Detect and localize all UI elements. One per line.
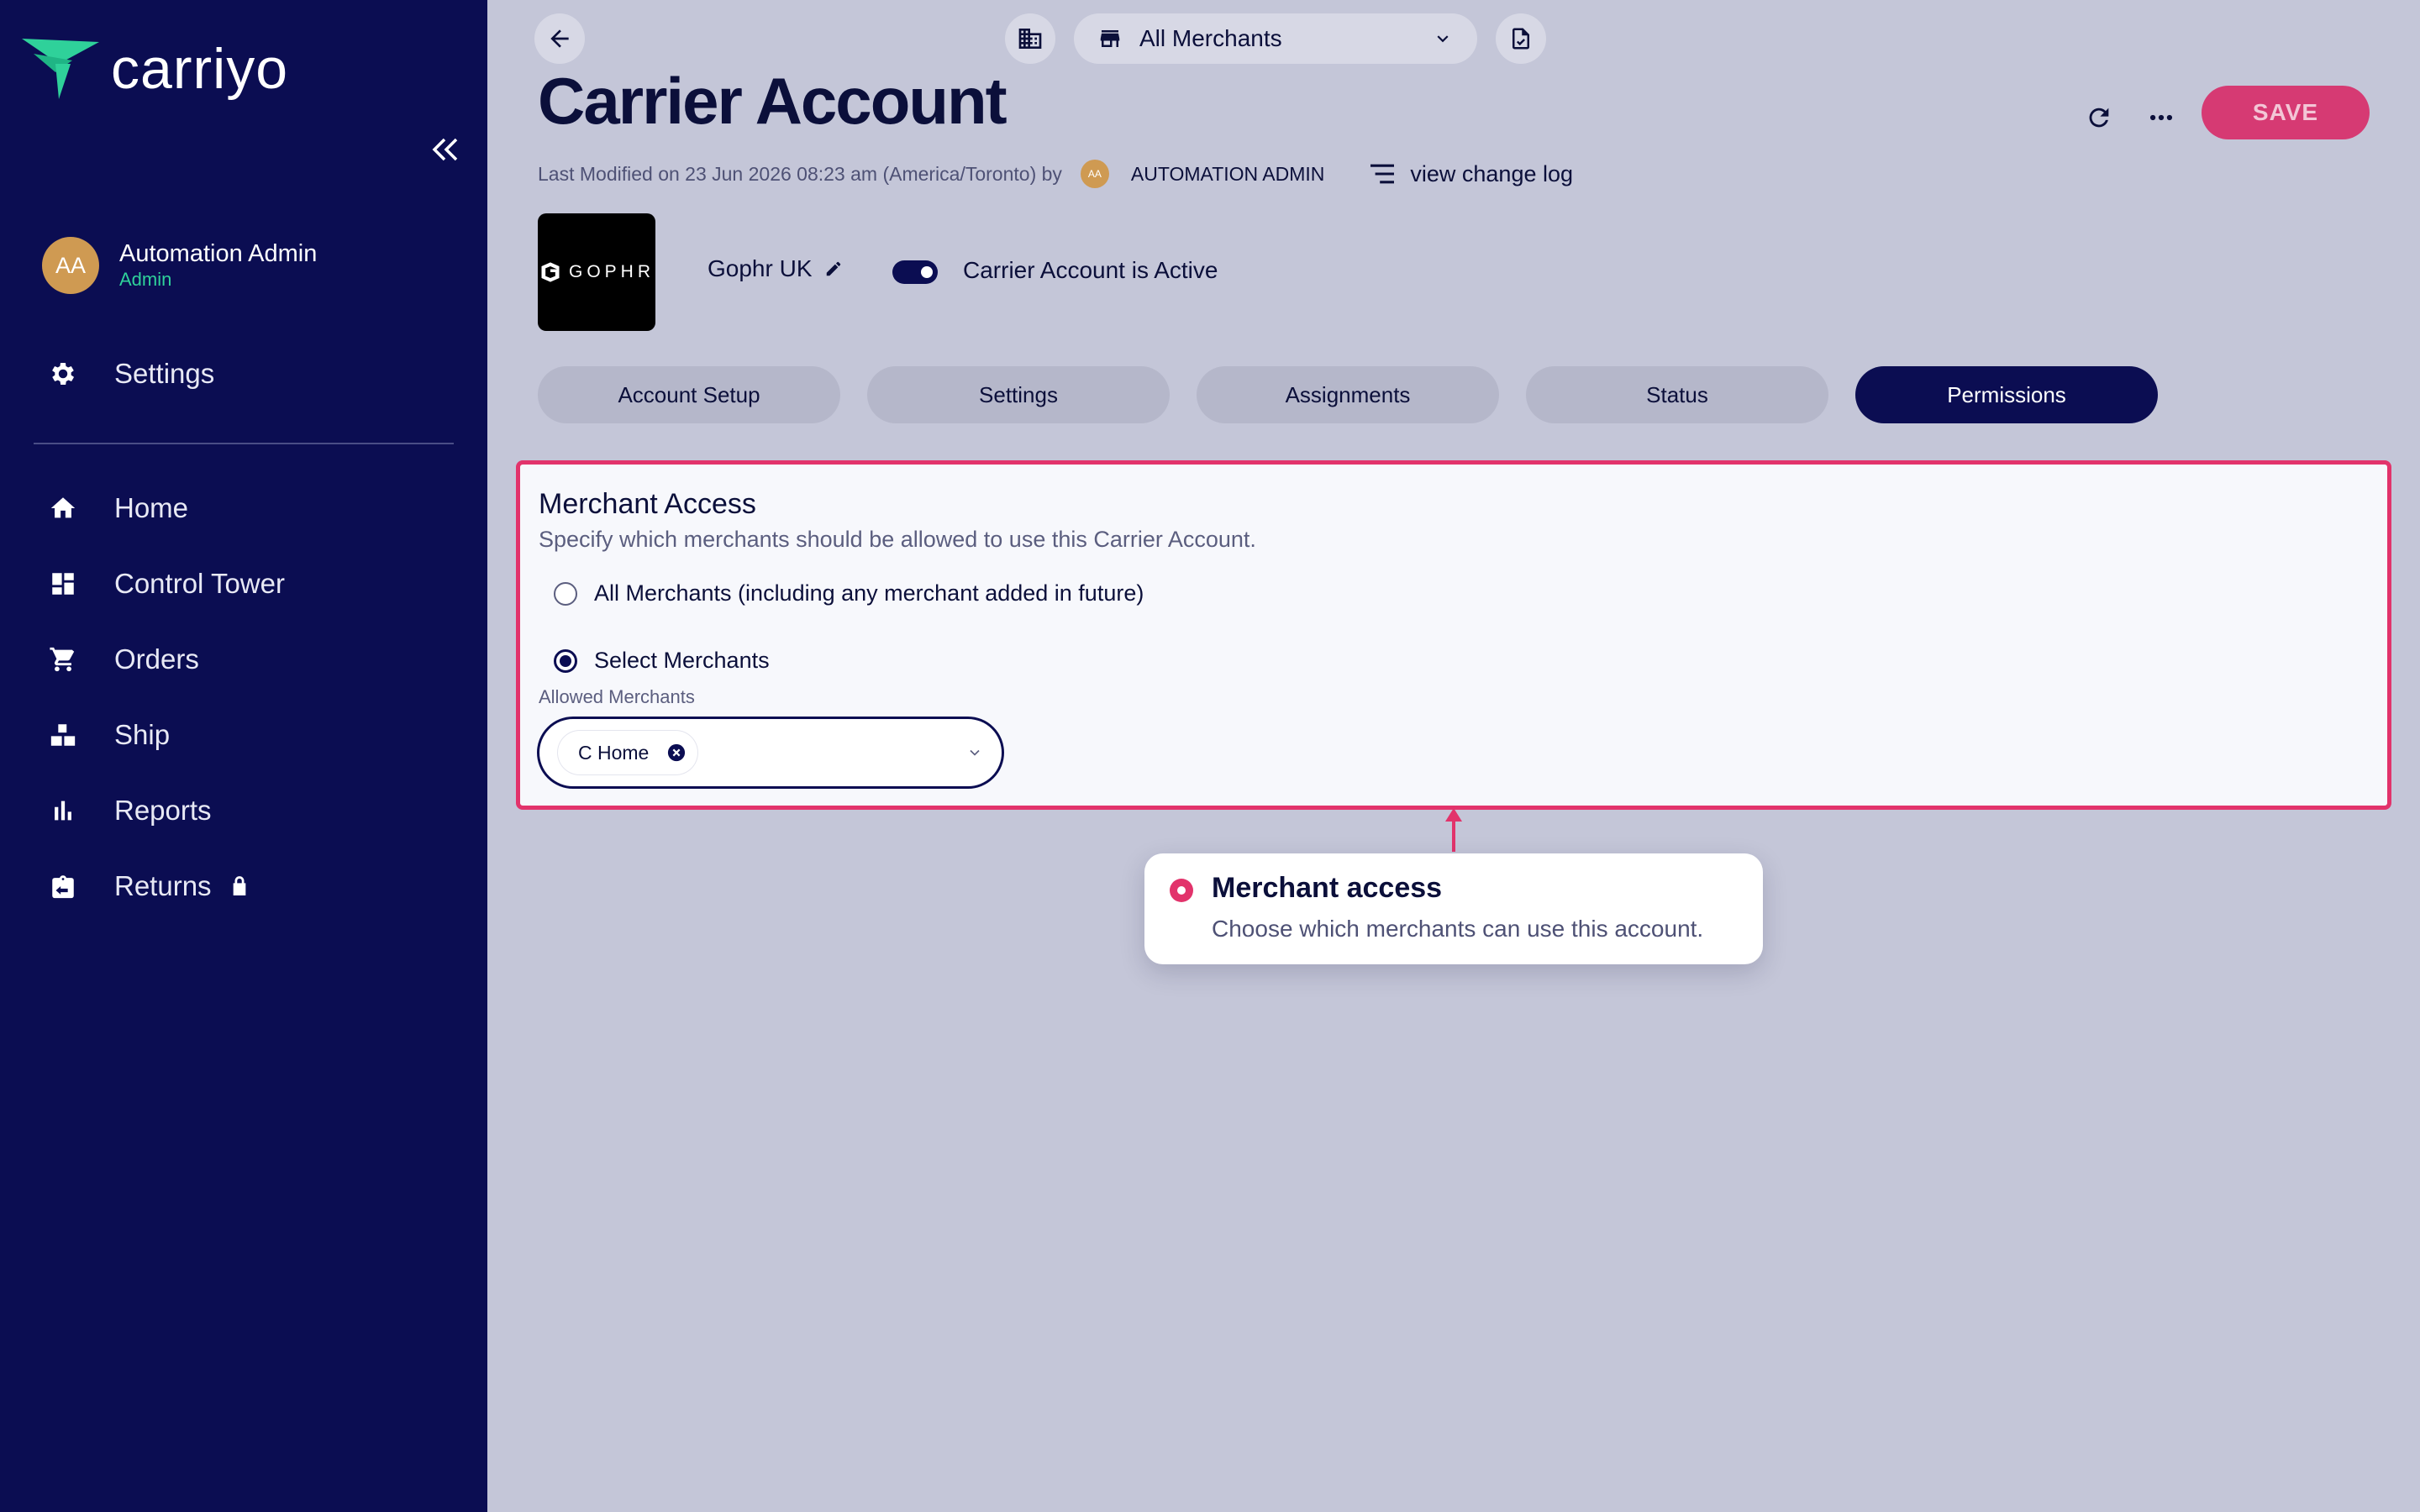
last-modified-text: Last Modified on 23 Jun 2026 08:23 am (A…: [538, 162, 1062, 185]
tab-account-setup[interactable]: Account Setup: [538, 366, 840, 423]
carrier-active-toggle[interactable]: [892, 260, 938, 284]
sidebar-item-label: Settings: [114, 358, 215, 389]
sidebar-item-label: Orders: [114, 643, 199, 675]
sidebar-item-label: Reports: [114, 795, 212, 826]
tab-status[interactable]: Status: [1526, 366, 1828, 423]
pencil-icon: [826, 261, 840, 276]
gophr-mark-icon: [541, 262, 560, 282]
user-name: Automation Admin: [119, 240, 318, 268]
document-check-icon: [1512, 28, 1529, 50]
tab-bar: Account Setup Settings Assignments Statu…: [538, 366, 2185, 423]
building-icon: [1018, 29, 1042, 49]
view-change-log-label: view change log: [1410, 160, 1574, 186]
sidebar-item-ship[interactable]: Ship: [47, 714, 285, 756]
sidebar-item-control-tower[interactable]: Control Tower: [47, 563, 285, 605]
carrier-name-text: Gophr UK: [708, 255, 813, 281]
user-profile[interactable]: AA Automation Admin Admin: [42, 237, 317, 294]
carrier-logo-text: GOPHR: [568, 262, 655, 281]
more-horizontal-icon: [2149, 114, 2173, 121]
allowed-merchants-select[interactable]: C Home: [537, 717, 1004, 789]
last-modified: Last Modified on 23 Jun 2026 08:23 am (A…: [538, 160, 1573, 188]
home-icon: [47, 492, 79, 524]
brand-name: carriyo: [111, 37, 289, 101]
radio-button[interactable]: [554, 648, 577, 673]
sidebar-item-orders[interactable]: Orders: [47, 638, 285, 680]
callout-marker-icon: [1170, 879, 1193, 902]
sidebar-nav: Home Control Tower Orders Ship Reports R…: [47, 487, 285, 941]
sidebar-item-label: Returns: [114, 870, 212, 901]
carrier-active-label: Carrier Account is Active: [963, 257, 1218, 283]
arrow-left-icon: [550, 29, 569, 48]
radio-button[interactable]: [554, 581, 577, 606]
dashboard-icon: [47, 568, 79, 600]
lock-icon: [230, 875, 249, 897]
view-change-log-link[interactable]: view change log: [1368, 161, 1573, 187]
sidebar-item-label: Control Tower: [114, 568, 285, 599]
modified-by-user: AUTOMATION ADMIN: [1130, 162, 1325, 185]
store-icon: [1100, 30, 1120, 47]
chevron-down-icon: [966, 744, 983, 761]
remove-chip-button[interactable]: [667, 743, 686, 762]
sidebar-divider: [34, 443, 454, 444]
sidebar-item-settings[interactable]: Settings: [47, 353, 214, 395]
ship-icon: [47, 719, 79, 751]
tab-permissions[interactable]: Permissions: [1855, 366, 2158, 423]
tab-assignments[interactable]: Assignments: [1197, 366, 1499, 423]
tab-settings[interactable]: Settings: [867, 366, 1170, 423]
back-button[interactable]: [534, 13, 585, 64]
cart-icon: [47, 643, 79, 675]
merchant-select[interactable]: All Merchants: [1074, 13, 1477, 64]
avatar: AA: [42, 237, 99, 294]
callout-text: Choose which merchants can use this acco…: [1212, 916, 1704, 942]
double-chevron-left-icon: [432, 138, 458, 161]
save-button[interactable]: SAVE: [2202, 86, 2370, 139]
carriyo-bird-icon: [22, 39, 99, 99]
returns-icon: [47, 870, 79, 902]
bar-chart-icon: [47, 795, 79, 827]
collapse-sidebar-button[interactable]: [427, 131, 464, 168]
refresh-button[interactable]: [2081, 99, 2118, 136]
chevron-down-icon: [1437, 35, 1449, 43]
merchant-access-panel: Merchant Access Specify which merchants …: [516, 460, 2391, 810]
sidebar-item-home[interactable]: Home: [47, 487, 285, 529]
page-title: Carrier Account: [538, 64, 1007, 138]
tooltip-callout: Merchant access Choose which merchants c…: [1144, 853, 1763, 964]
carrier-name: Gophr UK: [708, 255, 843, 282]
close-circle-icon: [668, 743, 686, 762]
carriyo-logo[interactable]: carriyo: [22, 39, 288, 99]
more-options-button[interactable]: [2143, 99, 2180, 136]
panel-subtitle: Specify which merchants should be allowe…: [539, 527, 1256, 552]
radio-label: Select Merchants: [594, 648, 770, 673]
merchant-chip-label: C Home: [578, 741, 650, 764]
avatar: AA: [1080, 160, 1109, 188]
callout-arrow-head: [1445, 808, 1462, 822]
list-icon: [1370, 164, 1395, 184]
sidebar-item-reports[interactable]: Reports: [47, 790, 285, 832]
radio-select-merchants[interactable]: Select Merchants: [554, 648, 770, 674]
refresh-icon: [2089, 108, 2109, 128]
merchant-chip: C Home: [558, 731, 698, 774]
merchant-select-value: All Merchants: [1139, 25, 1282, 51]
callout-title: Merchant access: [1212, 872, 1443, 904]
edit-carrier-name-button[interactable]: [824, 260, 843, 278]
radio-label: All Merchants (including any merchant ad…: [594, 580, 1144, 606]
gear-icon: [47, 358, 79, 390]
organization-button[interactable]: [1005, 13, 1055, 64]
main-content: All Merchants Carrier Account SAVE Last …: [487, 0, 2420, 1512]
carrier-logo: GOPHR: [538, 213, 655, 331]
sidebar-item-label: Ship: [114, 719, 171, 750]
allowed-merchants-label: Allowed Merchants: [539, 686, 695, 707]
sidebar-item-returns[interactable]: Returns: [47, 865, 285, 907]
radio-all-merchants[interactable]: All Merchants (including any merchant ad…: [554, 580, 1144, 606]
panel-title: Merchant Access: [539, 488, 756, 520]
document-check-button[interactable]: [1496, 13, 1546, 64]
sidebar-item-label: Home: [114, 492, 189, 523]
sidebar: carriyo AA Automation Admin Admin Settin…: [0, 0, 487, 1512]
user-role: Admin: [119, 269, 172, 291]
